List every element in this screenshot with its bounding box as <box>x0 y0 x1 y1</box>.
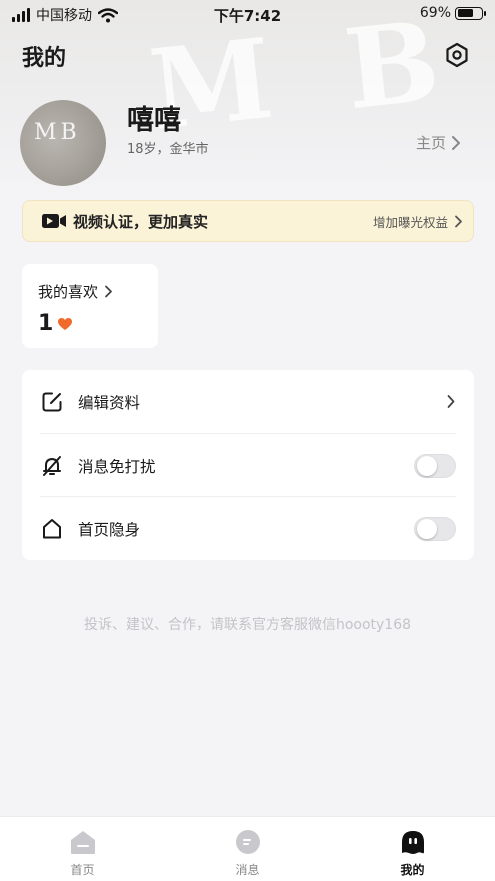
verify-banner-text: 视频认证，更加真实 <box>73 212 209 231</box>
my-likes-card[interactable]: 我的喜欢 1 <box>22 264 158 348</box>
settings-row-label: 首页隐身 <box>78 520 141 539</box>
toggle-knob <box>417 455 437 476</box>
page-title: 我的 <box>22 46 67 71</box>
user-age-location: 18岁，金华市 <box>127 142 209 157</box>
heart-icon <box>58 317 73 330</box>
profile-icon <box>401 831 424 854</box>
status-bar: 中国移动 下午7:42 69% <box>0 0 495 30</box>
video-verify-banner[interactable]: 视频认证，更加真实 增加曝光权益 <box>22 200 474 242</box>
tab-messages-label: 消息 <box>235 863 260 877</box>
my-likes-label: 我的喜欢 <box>38 283 99 301</box>
chevron-right-icon <box>447 395 455 408</box>
tab-profile[interactable]: 我的 <box>330 817 495 881</box>
homepage-link[interactable]: 主页 <box>416 132 462 153</box>
my-likes-count: 1 <box>38 311 54 336</box>
tab-messages[interactable]: 消息 <box>165 817 330 881</box>
settings-row-do-not-disturb: 消息免打扰 <box>22 434 474 497</box>
do-not-disturb-toggle[interactable] <box>414 453 456 478</box>
tab-home-label: 首页 <box>70 863 95 877</box>
chevron-right-icon <box>452 135 461 150</box>
home-outline-icon <box>43 518 61 538</box>
homepage-invisible-toggle[interactable] <box>414 516 456 541</box>
settings-row-label: 消息免打扰 <box>78 457 156 476</box>
avatar-image-text: MB <box>34 120 81 145</box>
home-icon <box>70 831 95 854</box>
tab-profile-label: 我的 <box>400 863 425 877</box>
chevron-right-icon <box>455 215 462 227</box>
edit-icon <box>42 392 62 411</box>
chevron-right-icon <box>105 285 112 298</box>
contact-footer-text: 投诉、建议、合作，请联系官方客服微信hoooty168 <box>83 617 412 633</box>
homepage-label: 主页 <box>416 134 447 152</box>
settings-card: 编辑资料 消息免打扰 首页隐身 <box>22 370 474 560</box>
battery-icon <box>455 6 486 20</box>
tab-home[interactable]: 首页 <box>0 817 165 881</box>
message-icon <box>235 830 260 854</box>
verify-banner-action: 增加曝光权益 <box>372 214 448 230</box>
bottom-tab-bar: 首页 消息 我的 <box>0 816 495 881</box>
username: 嘻嘻 <box>127 105 181 136</box>
settings-row-edit-profile[interactable]: 编辑资料 <box>22 370 474 433</box>
avatar[interactable]: MB <box>20 100 106 186</box>
toggle-knob <box>417 518 437 539</box>
settings-row-label: 编辑资料 <box>78 393 141 412</box>
settings-icon[interactable] <box>444 42 470 68</box>
video-camera-icon <box>42 214 66 228</box>
bell-off-icon <box>43 455 61 476</box>
settings-row-homepage-invisible: 首页隐身 <box>22 497 474 560</box>
battery-percent: 69% <box>419 5 451 21</box>
